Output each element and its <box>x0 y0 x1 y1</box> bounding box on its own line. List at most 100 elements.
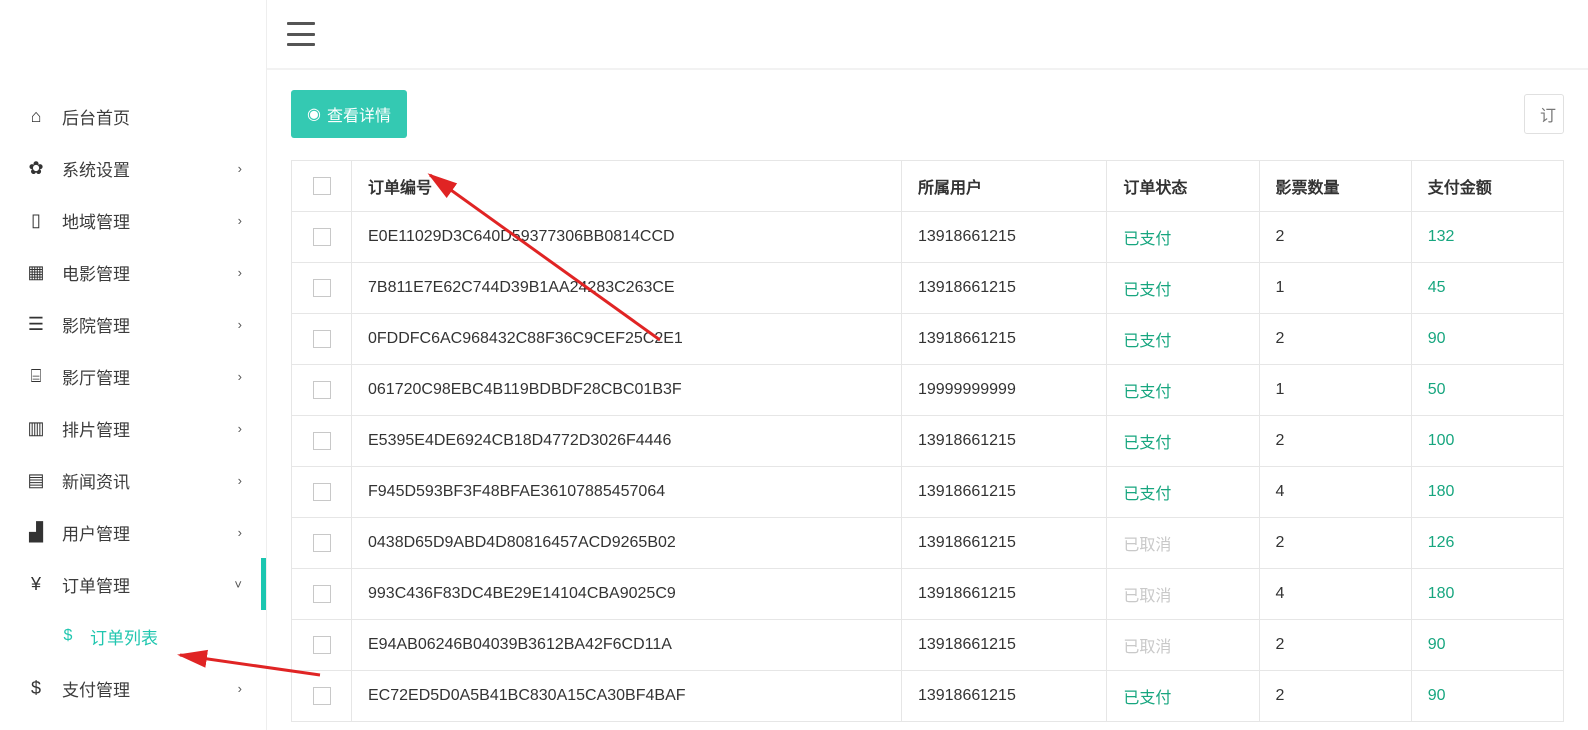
sidebar-item-9[interactable]: ¥订单管理˅ <box>0 558 266 610</box>
chevron-right-icon: › <box>238 265 242 280</box>
cell-amount: 90 <box>1411 314 1563 365</box>
select-all-header[interactable] <box>292 161 352 212</box>
sidebar-item-10[interactable]: $支付管理› <box>0 662 266 714</box>
col-qty: 影票数量 <box>1259 161 1411 212</box>
checkbox-icon[interactable] <box>313 585 331 603</box>
status-text: 已支付 <box>1123 435 1171 452</box>
row-select-cell[interactable] <box>292 569 352 620</box>
table-row[interactable]: 7B811E7E62C744D39B1AA24283C263CE13918661… <box>292 263 1564 314</box>
row-select-cell[interactable] <box>292 365 352 416</box>
row-select-cell[interactable] <box>292 314 352 365</box>
cell-qty: 2 <box>1259 416 1411 467</box>
status-text: 已支付 <box>1123 231 1171 248</box>
table-row[interactable]: 061720C98EBC4B119BDBDF28CBC01B3F19999999… <box>292 365 1564 416</box>
cell-order-no: 061720C98EBC4B119BDBDF28CBC01B3F <box>352 365 902 416</box>
sidebar-item-label: 系统设置 <box>62 156 238 181</box>
cell-qty: 4 <box>1259 467 1411 518</box>
row-select-cell[interactable] <box>292 518 352 569</box>
cell-user: 13918661215 <box>901 416 1106 467</box>
cell-amount: 180 <box>1411 569 1563 620</box>
row-select-cell[interactable] <box>292 467 352 518</box>
cell-qty: 2 <box>1259 671 1411 722</box>
table-row[interactable]: 993C436F83DC4BE29E14104CBA9025C913918661… <box>292 569 1564 620</box>
sidebar-item-label: 订单管理 <box>62 572 234 597</box>
amount-text: 180 <box>1428 483 1455 500</box>
cell-order-no: E0E11029D3C640D59377306BB0814CCD <box>352 212 902 263</box>
cell-order-no: 0FDDFC6AC968432C88F36C9CEF25C2E1 <box>352 314 902 365</box>
checkbox-icon[interactable] <box>313 534 331 552</box>
cell-status: 已支付 <box>1107 467 1259 518</box>
sidebar-item-8[interactable]: ▟用户管理› <box>0 506 266 558</box>
sidebar-item-3[interactable]: ▦电影管理› <box>0 246 266 298</box>
cell-qty: 1 <box>1259 263 1411 314</box>
store-icon: ☰ <box>24 314 48 335</box>
gear-icon: ✿ <box>24 158 48 179</box>
sidebar-item-6[interactable]: ▥排片管理› <box>0 402 266 454</box>
home-icon: ⌂ <box>24 106 48 127</box>
row-select-cell[interactable] <box>292 671 352 722</box>
checkbox-icon[interactable] <box>313 330 331 348</box>
table-header-row: 订单编号 所属用户 订单状态 影票数量 支付金额 <box>292 161 1564 212</box>
table-row[interactable]: 0438D65D9ABD4D80816457ACD9265B0213918661… <box>292 518 1564 569</box>
cell-user: 13918661215 <box>901 467 1106 518</box>
cell-user: 13918661215 <box>901 569 1106 620</box>
checkbox-icon[interactable] <box>313 483 331 501</box>
checkbox-icon[interactable] <box>313 228 331 246</box>
yen-icon: ¥ <box>24 574 48 595</box>
row-select-cell[interactable] <box>292 620 352 671</box>
cell-status: 已支付 <box>1107 263 1259 314</box>
checkbox-icon[interactable] <box>313 636 331 654</box>
chevron-right-icon: › <box>238 213 242 228</box>
row-select-cell[interactable] <box>292 263 352 314</box>
table-row[interactable]: 0FDDFC6AC968432C88F36C9CEF25C2E113918661… <box>292 314 1564 365</box>
sidebar-item-2[interactable]: ▯地域管理› <box>0 194 266 246</box>
table-row[interactable]: E5395E4DE6924CB18D4772D3026F444613918661… <box>292 416 1564 467</box>
dollar-icon: $ <box>24 678 48 699</box>
view-detail-label: 查看详情 <box>327 102 391 126</box>
sidebar-item-0[interactable]: ⌂ 后台首页 <box>0 90 266 142</box>
col-user: 所属用户 <box>901 161 1106 212</box>
col-amount: 支付金额 <box>1411 161 1563 212</box>
table-row[interactable]: E94AB06246B04039B3612BA42F6CD11A13918661… <box>292 620 1564 671</box>
content: ◉ 查看详情 订 订单编号 所属用户 订单状态 影票数量 支付金额 <box>267 70 1588 730</box>
sidebar-item-label: 影厅管理 <box>62 364 238 389</box>
cell-order-no: E5395E4DE6924CB18D4772D3026F4446 <box>352 416 902 467</box>
chevron-right-icon: › <box>238 473 242 488</box>
sidebar-item-5[interactable]: ⌸影厅管理› <box>0 350 266 402</box>
sidebar-item-1[interactable]: ✿系统设置› <box>0 142 266 194</box>
status-text: 已取消 <box>1123 537 1171 554</box>
sidebar-item-label: 影院管理 <box>62 312 238 337</box>
amount-text: 90 <box>1428 636 1446 653</box>
table-row[interactable]: E0E11029D3C640D59377306BB0814CCD13918661… <box>292 212 1564 263</box>
checkbox-icon[interactable] <box>313 381 331 399</box>
news-icon: ▤ <box>24 470 48 491</box>
cell-status: 已取消 <box>1107 569 1259 620</box>
cell-order-no: 993C436F83DC4BE29E14104CBA9025C9 <box>352 569 902 620</box>
search-input[interactable]: 订 <box>1524 94 1564 134</box>
checkbox-icon[interactable] <box>313 177 331 195</box>
table-row[interactable]: EC72ED5D0A5B41BC830A15CA30BF4BAF13918661… <box>292 671 1564 722</box>
cell-order-no: E94AB06246B04039B3612BA42F6CD11A <box>352 620 902 671</box>
sidebar-subitem-9-0[interactable]: $ 订单列表 <box>0 610 266 662</box>
sidebar-item-7[interactable]: ▤新闻资讯› <box>0 454 266 506</box>
chevron-right-icon: › <box>238 525 242 540</box>
sidebar-subitem-label: 订单列表 <box>90 624 158 649</box>
row-select-cell[interactable] <box>292 212 352 263</box>
amount-text: 45 <box>1428 279 1446 296</box>
eye-icon: ◉ <box>307 104 321 124</box>
cell-status: 已支付 <box>1107 671 1259 722</box>
sidebar-item-label: 后台首页 <box>62 104 242 129</box>
cell-amount: 50 <box>1411 365 1563 416</box>
status-text: 已取消 <box>1123 639 1171 656</box>
menu-toggle-icon[interactable] <box>287 22 315 46</box>
checkbox-icon[interactable] <box>313 687 331 705</box>
row-select-cell[interactable] <box>292 416 352 467</box>
cell-amount: 90 <box>1411 671 1563 722</box>
table-row[interactable]: F945D593BF3F48BFAE3610788545706413918661… <box>292 467 1564 518</box>
sidebar-item-4[interactable]: ☰影院管理› <box>0 298 266 350</box>
checkbox-icon[interactable] <box>313 279 331 297</box>
view-detail-button[interactable]: ◉ 查看详情 <box>291 90 407 138</box>
checkbox-icon[interactable] <box>313 432 331 450</box>
dollar-icon: $ <box>56 627 80 645</box>
status-text: 已支付 <box>1123 333 1171 350</box>
